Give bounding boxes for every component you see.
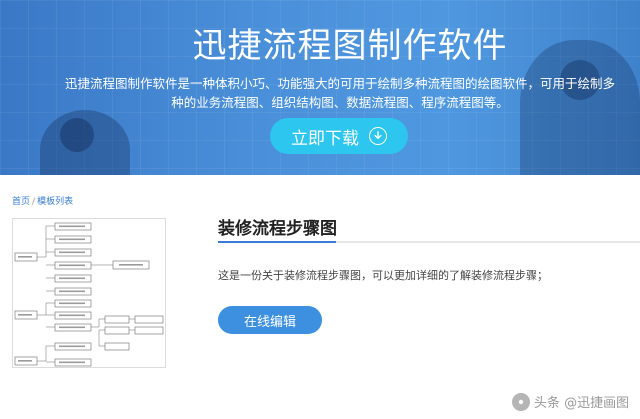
toutiao-logo-icon [512, 392, 530, 411]
flow-node-text [18, 360, 32, 362]
flow-node-text [59, 225, 85, 228]
flow-branch-node [104, 315, 130, 324]
template-thumbnail[interactable] [12, 218, 166, 368]
download-button[interactable]: 立即下载 [270, 118, 408, 154]
flow-branch-node [134, 326, 164, 335]
flow-connector [37, 225, 55, 292]
flow-branch-node [104, 342, 130, 351]
flow-node-text [59, 302, 85, 305]
download-button-label: 立即下载 [291, 128, 359, 149]
title-divider [218, 241, 640, 243]
flow-node-text [59, 345, 85, 348]
flow-node-text [59, 326, 85, 329]
flowchart-preview [14, 222, 164, 367]
flow-node-text [59, 238, 85, 241]
download-arrow-icon [369, 127, 387, 145]
flow-node-text [59, 277, 85, 280]
watermark-text: 头条 @迅捷画图 [534, 396, 630, 411]
online-edit-button[interactable]: 在线编辑 [218, 306, 322, 334]
breadcrumb: 首页 / 模板列表 [12, 194, 73, 207]
watermark: 头条 @迅捷画图 [512, 392, 629, 411]
flow-node-text [18, 256, 32, 258]
flow-node-text [119, 264, 143, 266]
flow-node-text [59, 314, 85, 317]
banner-description: 迅捷流程图制作软件是一种体积小巧、功能强大的可用于绘制多种流程图的绘图软件，可用… [64, 76, 615, 110]
template-description: 这是一份关于装修流程步骤图，可以更加详细的了解装修流程步骤； [218, 269, 548, 282]
flow-node-text [59, 264, 85, 267]
flow-node-text [18, 314, 32, 316]
template-title: 装修流程步骤图 [218, 219, 337, 239]
flow-node-text [59, 290, 85, 293]
flow-connector [37, 345, 55, 363]
flow-branch-node [104, 326, 130, 335]
breadcrumb-template-list-link[interactable]: 模板列表 [37, 197, 73, 207]
hero-banner: 迅捷流程图制作软件 迅捷流程图制作软件是一种体积小巧、功能强大的可用于绘制多种流… [0, 0, 640, 175]
flow-connector [37, 302, 55, 328]
flow-node-text [59, 251, 85, 254]
banner-person-head [60, 118, 94, 152]
banner-title: 迅捷流程图制作软件 [192, 26, 508, 66]
breadcrumb-home-link[interactable]: 首页 [12, 197, 30, 207]
breadcrumb-separator: / [32, 197, 36, 207]
flow-node-text [59, 361, 85, 364]
flow-branch-node [134, 315, 164, 324]
title-divider-accent [218, 241, 336, 243]
